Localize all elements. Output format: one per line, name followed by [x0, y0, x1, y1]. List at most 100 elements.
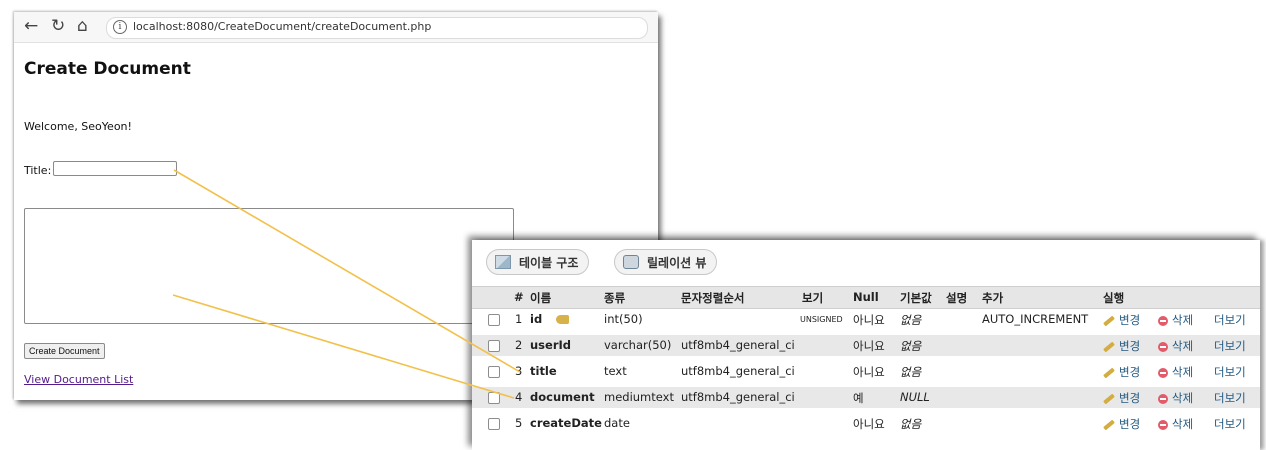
field-collation: utf8mb4_general_ci — [681, 390, 795, 404]
info-icon[interactable]: i — [113, 20, 127, 34]
table-structure-panel: 테이블 구조 릴레이션 뷰 # 이름 종류 문자정렬순서 보기 Null 기본값… — [472, 240, 1260, 450]
delete-link[interactable]: 삭제 — [1158, 338, 1193, 354]
delete-label: 삭제 — [1172, 391, 1194, 405]
tab-relation-view[interactable]: 릴레이션 뷰 — [614, 249, 718, 275]
page-title: Create Document — [24, 59, 191, 79]
header-default: 기본값 — [900, 291, 932, 305]
pencil-icon — [1103, 393, 1115, 404]
field-type: date — [604, 416, 630, 430]
field-null: 아니요 — [853, 365, 885, 379]
delete-link[interactable]: 삭제 — [1158, 416, 1193, 432]
field-name: userId — [530, 338, 572, 352]
delete-link[interactable]: 삭제 — [1158, 312, 1193, 328]
table-row: 1 id int(50) UNSIGNED 아니요 없음 AUTO_INCREM… — [472, 309, 1260, 330]
header-type: 종류 — [604, 291, 626, 305]
field-null: 예 — [853, 391, 864, 405]
back-arrow-icon[interactable]: ← — [24, 16, 38, 36]
edit-label: 변경 — [1119, 391, 1141, 405]
delete-icon — [1158, 419, 1168, 430]
delete-icon — [1158, 393, 1168, 404]
welcome-message: Welcome, SeoYeon! — [24, 120, 132, 133]
more-link[interactable]: 더보기 — [1214, 312, 1246, 328]
table-row: 4 document mediumtext utf8mb4_general_ci… — [472, 387, 1260, 408]
url-text: localhost:8080/CreateDocument/createDocu… — [133, 20, 432, 33]
header-collation: 문자정렬순서 — [681, 291, 745, 305]
row-checkbox[interactable] — [488, 418, 500, 430]
field-null: 아니요 — [853, 339, 885, 353]
field-type: int(50) — [604, 312, 643, 326]
edit-link[interactable]: 변경 — [1103, 416, 1140, 432]
field-default: 없음 — [900, 339, 922, 353]
home-icon[interactable]: ⌂ — [77, 16, 88, 36]
field-default: 없음 — [900, 365, 922, 379]
field-null: 아니요 — [853, 417, 885, 431]
table-header: # 이름 종류 문자정렬순서 보기 Null 기본값 설명 추가 실행 — [472, 286, 1260, 309]
edit-label: 변경 — [1119, 313, 1141, 327]
row-checkbox[interactable] — [488, 392, 500, 404]
delete-icon — [1158, 341, 1168, 352]
table-row: 3 title text utf8mb4_general_ci 아니요 없음 변… — [472, 361, 1260, 382]
row-checkbox[interactable] — [488, 340, 500, 352]
title-input[interactable] — [53, 161, 177, 176]
row-number: 2 — [515, 338, 523, 352]
edit-link[interactable]: 변경 — [1103, 312, 1140, 328]
pencil-icon — [1103, 341, 1115, 352]
delete-link[interactable]: 삭제 — [1158, 390, 1193, 406]
header-extra: 추가 — [982, 291, 1004, 305]
field-null: 아니요 — [853, 313, 885, 327]
edit-link[interactable]: 변경 — [1103, 338, 1140, 354]
field-name: title — [530, 364, 557, 378]
create-document-button[interactable]: Create Document — [24, 343, 105, 359]
row-checkbox[interactable] — [488, 366, 500, 378]
field-type: varchar(50) — [604, 338, 672, 352]
header-name[interactable]: 이름 — [530, 290, 551, 306]
field-attributes: UNSIGNED — [800, 315, 843, 324]
refresh-icon[interactable]: ↻ — [51, 16, 65, 36]
relation-view-icon — [623, 255, 639, 269]
field-collation: utf8mb4_general_ci — [681, 364, 795, 378]
delete-label: 삭제 — [1172, 339, 1194, 353]
tab-table-structure-label: 테이블 구조 — [519, 255, 579, 270]
row-number: 5 — [515, 416, 523, 430]
view-document-list-link[interactable]: View Document List — [24, 373, 133, 386]
header-attributes: 보기 — [802, 291, 824, 305]
delete-link[interactable]: 삭제 — [1158, 364, 1193, 380]
header-num: # — [514, 290, 524, 304]
field-collation: utf8mb4_general_ci — [681, 338, 795, 352]
primary-key-icon — [556, 315, 569, 324]
row-checkbox[interactable] — [488, 314, 500, 326]
pencil-icon — [1103, 367, 1115, 378]
edit-label: 변경 — [1119, 339, 1141, 353]
header-action: 실행 — [1103, 291, 1125, 305]
field-default: NULL — [900, 390, 930, 404]
more-link[interactable]: 더보기 — [1214, 390, 1246, 406]
edit-link[interactable]: 변경 — [1103, 390, 1140, 406]
table-row: 5 createDate date 아니요 없음 변경 삭제 더보기 — [472, 413, 1260, 434]
pencil-icon — [1103, 419, 1115, 430]
table-structure-icon — [495, 255, 511, 269]
header-comments: 설명 — [946, 291, 968, 305]
document-textarea[interactable] — [24, 208, 514, 324]
title-label: Title: — [24, 164, 52, 177]
tab-table-structure[interactable]: 테이블 구조 — [486, 249, 590, 275]
more-link[interactable]: 더보기 — [1214, 364, 1246, 380]
header-null: Null — [853, 290, 879, 304]
delete-icon — [1158, 367, 1168, 378]
url-field[interactable]: i localhost:8080/CreateDocument/createDo… — [106, 17, 648, 39]
row-number: 4 — [515, 390, 523, 404]
more-link[interactable]: 더보기 — [1214, 338, 1246, 354]
delete-label: 삭제 — [1172, 313, 1194, 327]
delete-label: 삭제 — [1172, 365, 1194, 379]
field-default: 없음 — [900, 313, 922, 327]
field-name: createDate — [530, 416, 602, 430]
tab-relation-view-label: 릴레이션 뷰 — [647, 255, 707, 270]
address-bar: ← ↻ ⌂ i localhost:8080/CreateDocument/cr… — [14, 12, 658, 43]
edit-link[interactable]: 변경 — [1103, 364, 1140, 380]
edit-label: 변경 — [1119, 365, 1141, 379]
more-link[interactable]: 더보기 — [1214, 416, 1246, 432]
field-name: document — [530, 390, 595, 404]
row-number: 1 — [515, 312, 523, 326]
field-name: id — [530, 312, 543, 326]
row-number: 3 — [515, 364, 523, 378]
pencil-icon — [1103, 315, 1115, 326]
